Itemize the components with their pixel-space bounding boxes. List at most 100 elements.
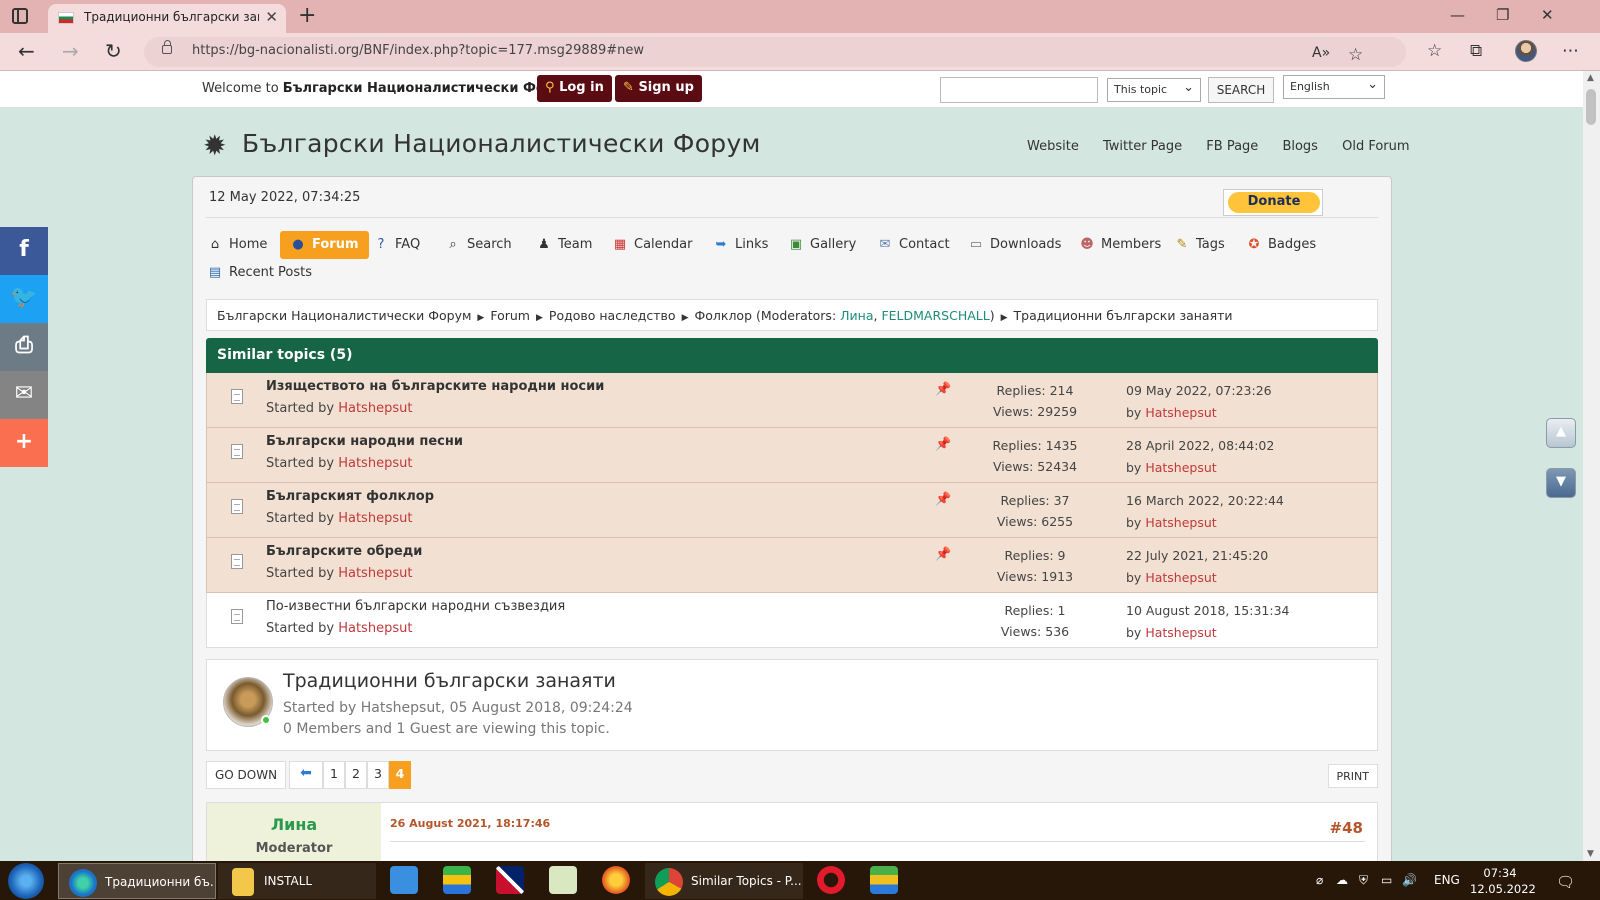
- starter-user-link[interactable]: Hatshepsut: [338, 511, 412, 526]
- refresh-icon[interactable]: ↻: [105, 39, 122, 63]
- menu-faq[interactable]: ? FAQ: [373, 231, 421, 259]
- breadcrumb-board[interactable]: Фолклор: [695, 308, 753, 323]
- close-tab-icon[interactable]: ✕: [265, 8, 278, 26]
- url-field[interactable]: https://bg-nacionalisti.org/BNF/index.ph…: [144, 37, 1406, 67]
- menu-gallery[interactable]: ▣ Gallery: [788, 231, 856, 259]
- similar-topic-title[interactable]: По-известни български народни съзвездия: [266, 599, 565, 614]
- last-post-date[interactable]: 22 July 2021, 21:45:20: [1126, 545, 1268, 567]
- search-scope-select[interactable]: This topic: [1107, 78, 1201, 102]
- last-post-date[interactable]: 09 May 2022, 07:23:26: [1126, 380, 1272, 402]
- menu-members[interactable]: ☻ Members: [1079, 231, 1161, 259]
- read-aloud-icon[interactable]: A»: [1312, 45, 1330, 61]
- previous-page-arrow-icon[interactable]: ⬅: [289, 761, 323, 789]
- more-menu-icon[interactable]: ⋯: [1562, 41, 1579, 61]
- search-button[interactable]: SEARCH: [1208, 77, 1274, 103]
- page-link[interactable]: 2: [345, 761, 367, 789]
- forum-logo-icon[interactable]: ✹: [203, 129, 226, 162]
- last-post-user-link[interactable]: Hatshepsut: [1145, 460, 1216, 475]
- stack-app-icon[interactable]: [870, 866, 898, 894]
- language-select[interactable]: English: [1283, 75, 1385, 99]
- last-post-date[interactable]: 10 August 2018, 15:31:34: [1126, 600, 1290, 622]
- menu-badges[interactable]: ✪ Badges: [1246, 231, 1317, 259]
- taskbar-edge[interactable]: Традиционни бъ...: [58, 863, 216, 899]
- last-post-date[interactable]: 16 March 2022, 20:22:44: [1126, 490, 1284, 512]
- page-scrollbar[interactable]: ▲ ▼: [1583, 71, 1600, 861]
- facebook-share-icon[interactable]: f: [0, 227, 48, 275]
- moderator-link[interactable]: Лина: [840, 308, 873, 323]
- starter-user-link[interactable]: Hatshepsut: [338, 456, 412, 471]
- last-post-user-link[interactable]: Hatshepsut: [1145, 515, 1216, 530]
- close-window-icon[interactable]: ✕: [1541, 6, 1554, 24]
- menu-downloads[interactable]: ▭ Downloads: [968, 231, 1062, 259]
- more-share-icon[interactable]: +: [0, 419, 48, 467]
- link-old-forum[interactable]: Old Forum: [1342, 139, 1409, 154]
- print-share-icon[interactable]: ⎙: [0, 323, 48, 371]
- post-date[interactable]: 26 August 2021, 18:17:46: [390, 817, 550, 830]
- donate-button[interactable]: Donate: [1223, 189, 1323, 216]
- taskbar-chrome[interactable]: Similar Topics - P...: [645, 863, 803, 899]
- starter-user-link[interactable]: Hatshepsut: [338, 566, 412, 581]
- collections-icon[interactable]: ⧉: [1470, 41, 1482, 61]
- starter-user-link[interactable]: Hatshepsut: [338, 621, 412, 636]
- start-button-icon[interactable]: [8, 863, 44, 899]
- breadcrumb-home[interactable]: Български Националистически Форум: [217, 308, 471, 323]
- login-button[interactable]: ⚲ Log in: [537, 75, 612, 102]
- opera-icon[interactable]: [817, 866, 845, 894]
- paperclip-tray-icon[interactable]: ⌀: [1316, 873, 1323, 887]
- minimize-icon[interactable]: —: [1450, 6, 1465, 24]
- scroll-down-arrow-icon[interactable]: ▼: [1587, 849, 1594, 859]
- browser-tab[interactable]: Традиционни български занаяти ✕: [48, 4, 286, 33]
- last-post-date[interactable]: 28 April 2022, 08:44:02: [1126, 435, 1274, 457]
- link-website[interactable]: Website: [1027, 139, 1079, 154]
- shield-tray-icon[interactable]: ⛨: [1359, 873, 1368, 888]
- link-twitter-page[interactable]: Twitter Page: [1103, 139, 1182, 154]
- network-tray-icon[interactable]: ▭: [1381, 873, 1392, 887]
- breadcrumb-topic[interactable]: Традиционни български занаяти: [1014, 308, 1233, 323]
- menu-contact[interactable]: ✉ Contact: [877, 231, 950, 259]
- menu-home[interactable]: ⌂ Home: [207, 231, 268, 259]
- page-link[interactable]: 3: [367, 761, 389, 789]
- search-input[interactable]: [940, 77, 1098, 103]
- spreadsheet-app-icon[interactable]: [549, 866, 577, 894]
- menu-calendar[interactable]: ▦ Calendar: [612, 231, 693, 259]
- forward-icon[interactable]: →: [62, 39, 79, 63]
- volume-tray-icon[interactable]: 🔊: [1402, 873, 1417, 887]
- page-link[interactable]: 1: [323, 761, 345, 789]
- new-tab-icon[interactable]: +: [298, 3, 316, 28]
- twitter-share-icon[interactable]: 🐦: [0, 275, 48, 323]
- menu-recent-posts[interactable]: ▤ Recent Posts: [207, 259, 312, 287]
- signup-button[interactable]: ✎ Sign up: [615, 75, 702, 102]
- menu-search[interactable]: ⌕ Search: [445, 231, 511, 259]
- starter-user-link[interactable]: Hatshepsut: [338, 401, 412, 416]
- last-post-user-link[interactable]: Hatshepsut: [1145, 625, 1216, 640]
- link-blogs[interactable]: Blogs: [1282, 139, 1318, 154]
- menu-links[interactable]: ➥ Links: [713, 231, 769, 259]
- scrollbar-thumb[interactable]: [1586, 89, 1596, 125]
- email-share-icon[interactable]: ✉: [0, 371, 48, 419]
- breadcrumb-forum[interactable]: Forum: [490, 308, 530, 323]
- notifications-icon[interactable]: 🗨: [1556, 873, 1575, 891]
- profile-avatar[interactable]: [1515, 40, 1537, 62]
- forum-title[interactable]: Български Националистически Форум: [242, 129, 761, 158]
- system-clock[interactable]: 07:34 12.05.2022 г.: [1470, 865, 1536, 900]
- poster-name[interactable]: Лина: [207, 815, 381, 834]
- similar-topic-title[interactable]: Българските обреди: [266, 544, 422, 559]
- restore-icon[interactable]: ❐: [1496, 6, 1509, 24]
- menu-forum[interactable]: ● Forum: [280, 231, 369, 259]
- similar-topic-title[interactable]: Български народни песни: [266, 434, 463, 449]
- add-favorite-icon[interactable]: ☆: [1348, 45, 1363, 65]
- similar-topic-title[interactable]: Изяществото на българските народни носии: [266, 379, 604, 394]
- menu-team[interactable]: ♟ Team: [536, 231, 592, 259]
- post-number[interactable]: #48: [1330, 819, 1363, 837]
- last-post-user-link[interactable]: Hatshepsut: [1145, 570, 1216, 585]
- last-post-user-link[interactable]: Hatshepsut: [1145, 405, 1216, 420]
- language-indicator[interactable]: ENG: [1434, 873, 1460, 887]
- tab-actions-icon[interactable]: [12, 8, 28, 24]
- cloud-tray-icon[interactable]: ☁: [1336, 873, 1348, 887]
- taskbar-install-folder[interactable]: INSTALL: [218, 863, 376, 899]
- breadcrumb-category[interactable]: Родово наследство: [549, 308, 676, 323]
- go-down-button[interactable]: GO DOWN: [206, 761, 287, 789]
- back-icon[interactable]: ←: [18, 39, 35, 63]
- media-app-icon[interactable]: [602, 866, 630, 894]
- moderator-link[interactable]: FELDMARSCHALL: [881, 308, 989, 323]
